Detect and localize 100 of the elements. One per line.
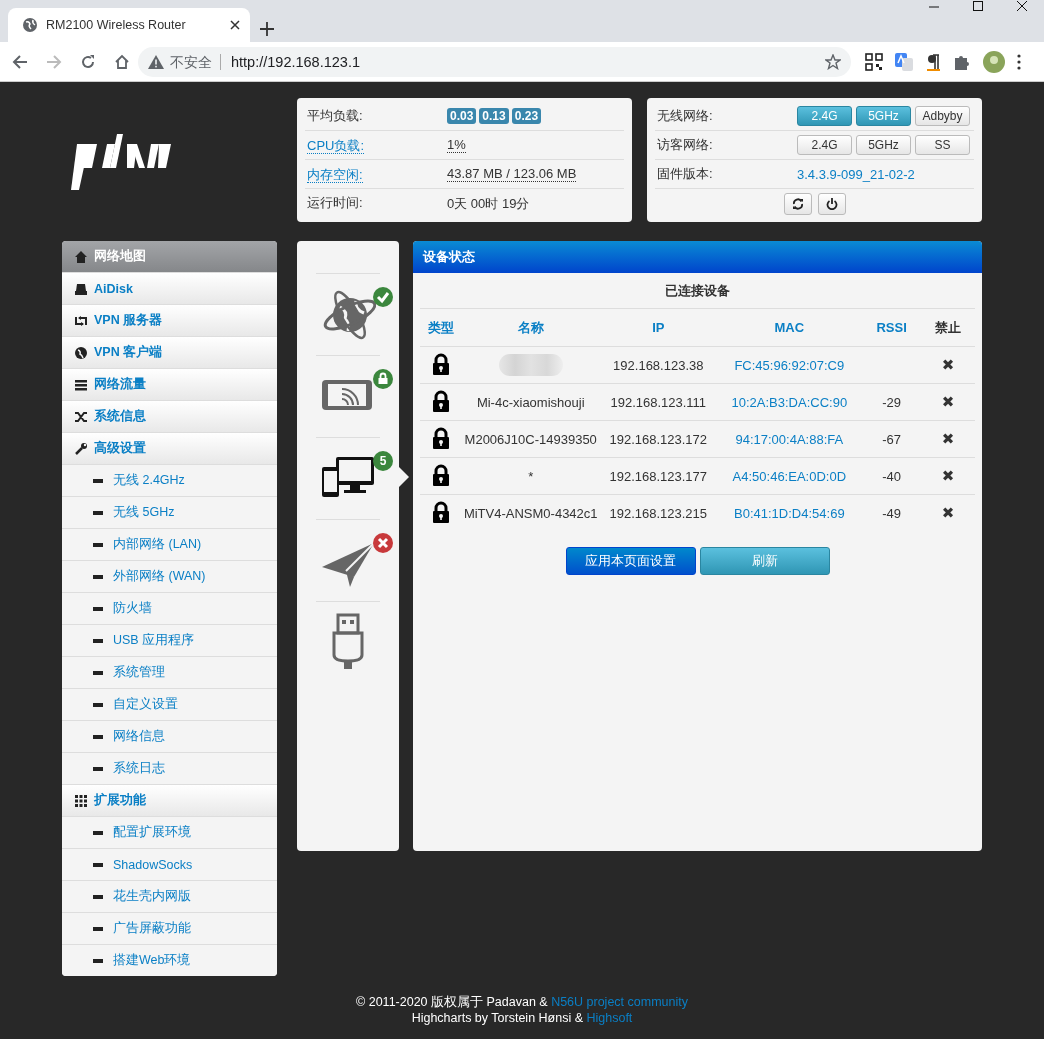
- dash-icon: [93, 702, 103, 707]
- status-label: 访客网络:: [656, 136, 714, 154]
- dash-icon: [93, 638, 103, 643]
- power-button[interactable]: [817, 193, 846, 215]
- dash-icon: [93, 510, 103, 515]
- column-header: 名称: [461, 309, 601, 347]
- menu-label: VPN 客户端: [94, 344, 163, 361]
- dash-icon: [93, 926, 103, 931]
- translate-icon[interactable]: [895, 52, 913, 71]
- dash-icon: [93, 606, 103, 611]
- menu-label: 扩展功能: [94, 792, 146, 809]
- menu-item[interactable]: 网络地图: [62, 241, 277, 273]
- refresh-button[interactable]: [783, 193, 812, 215]
- toggle-button[interactable]: 5GHz: [856, 135, 911, 155]
- submenu-label: 系统管理: [113, 664, 165, 681]
- forward-icon: [46, 53, 62, 70]
- address-bar[interactable]: 不安全 http://192.168.123.1: [138, 46, 851, 77]
- menu-item[interactable]: 高级设置: [62, 433, 277, 465]
- pilcrow-icon[interactable]: [925, 52, 941, 71]
- lock-icon: [431, 352, 450, 375]
- status-label: 固件版本:: [656, 165, 714, 183]
- dash-icon: [93, 734, 103, 739]
- block-button[interactable]: ✖: [941, 504, 955, 521]
- home-icon[interactable]: [114, 53, 130, 70]
- globe-icon: [74, 345, 88, 360]
- table-cell: 192.168.123.215: [600, 494, 717, 531]
- dash-icon: [93, 478, 103, 483]
- toggle-button[interactable]: SS: [915, 135, 970, 155]
- footer-link[interactable]: Highsoft: [586, 1011, 633, 1025]
- avatar-icon[interactable]: [983, 50, 1005, 73]
- table-cell: -49: [862, 494, 921, 531]
- shuffle-icon: [74, 409, 88, 424]
- dash-icon: [93, 894, 103, 899]
- firmware-link[interactable]: 3.4.3.9-099_21-02-2: [797, 166, 915, 182]
- toggle-button[interactable]: 2.4G: [797, 135, 852, 155]
- table-cell: MiTV4-ANSM0-4342c1: [461, 494, 601, 531]
- browser-tab[interactable]: RM2100 Wireless Router: [8, 8, 250, 42]
- star-icon[interactable]: [825, 53, 841, 70]
- reload-icon[interactable]: [80, 53, 96, 70]
- new-tab-icon[interactable]: [260, 22, 274, 36]
- block-button[interactable]: ✖: [941, 393, 955, 410]
- list-icon: [74, 377, 88, 392]
- dash-icon: [93, 670, 103, 675]
- table-cell: 192.168.123.172: [600, 420, 717, 458]
- submenu-label: ShadowSocks: [113, 857, 193, 872]
- toggle-button[interactable]: Adbyby: [915, 106, 970, 126]
- panel-title: 设备状态: [413, 241, 982, 273]
- menu-label: VPN 服务器: [94, 312, 163, 329]
- more-icon[interactable]: [1017, 53, 1021, 70]
- menu-item[interactable]: 系统信息: [62, 401, 277, 433]
- error-badge-icon: [373, 533, 393, 553]
- load-badge: 0.23: [511, 108, 542, 124]
- close-icon[interactable]: [1016, 0, 1028, 12]
- power-icon: [825, 198, 838, 210]
- table-caption: 已连接设备: [420, 273, 975, 309]
- menu-item[interactable]: VPN 服务器: [62, 305, 277, 337]
- column-header: MAC: [716, 309, 863, 347]
- globe-icon: [22, 17, 38, 33]
- apply-button[interactable]: 应用本页面设置: [565, 547, 696, 575]
- refresh-button[interactable]: 刷新: [699, 547, 830, 575]
- status-link[interactable]: CPU负载:: [307, 137, 365, 154]
- menu-item[interactable]: 扩展功能: [62, 785, 277, 817]
- block-button[interactable]: ✖: [941, 467, 955, 484]
- toggle-button[interactable]: 5GHz: [856, 106, 911, 126]
- block-button[interactable]: ✖: [941, 356, 955, 373]
- close-icon[interactable]: [230, 20, 240, 30]
- dash-icon: [93, 862, 103, 867]
- table-cell: -29: [862, 383, 921, 421]
- loop-arrows-icon: [74, 313, 88, 328]
- submenu-label: 系统日志: [113, 760, 165, 777]
- mac-address: B0:41:1D:D4:54:69: [716, 494, 863, 531]
- dash-icon: [93, 830, 103, 835]
- url-text: http://192.168.123.1: [230, 53, 361, 70]
- status-value: 43.87 MB / 123.06 MB: [447, 166, 577, 182]
- toggle-button[interactable]: 2.4G: [797, 106, 852, 126]
- column-header: RSSI: [862, 309, 921, 347]
- menu-label: 网络流量: [94, 376, 146, 393]
- menu-label: AiDisk: [94, 281, 133, 296]
- home-icon: [74, 249, 88, 264]
- dash-icon: [93, 958, 103, 963]
- block-button[interactable]: ✖: [941, 430, 955, 447]
- security-label: 不安全: [170, 53, 221, 70]
- qr-code-icon[interactable]: [865, 52, 883, 71]
- back-icon[interactable]: [12, 53, 28, 70]
- status-tab[interactable]: 5: [316, 437, 409, 519]
- grid-icon: [74, 793, 88, 808]
- table-cell: 192.168.123.177: [600, 457, 717, 495]
- table-cell: Mi-4c-xiaomishouji: [461, 383, 601, 421]
- footer-text: © 2011-2020 版权属于 Padavan &: [356, 995, 549, 1009]
- table-cell: *: [461, 457, 601, 495]
- submenu-label: 自定义设置: [113, 696, 178, 713]
- menu-item[interactable]: 网络流量: [62, 369, 277, 401]
- lock-icon: [431, 389, 450, 412]
- status-value: 0天 00时 19分: [447, 195, 530, 211]
- status-link[interactable]: 内存空闲:: [307, 166, 363, 183]
- footer-link[interactable]: N56U project community: [551, 995, 688, 1009]
- maximize-icon[interactable]: [972, 0, 984, 12]
- lock-icon: [431, 463, 450, 486]
- menu-item[interactable]: VPN 客户端: [62, 337, 277, 369]
- menu-item[interactable]: AiDisk: [62, 273, 277, 305]
